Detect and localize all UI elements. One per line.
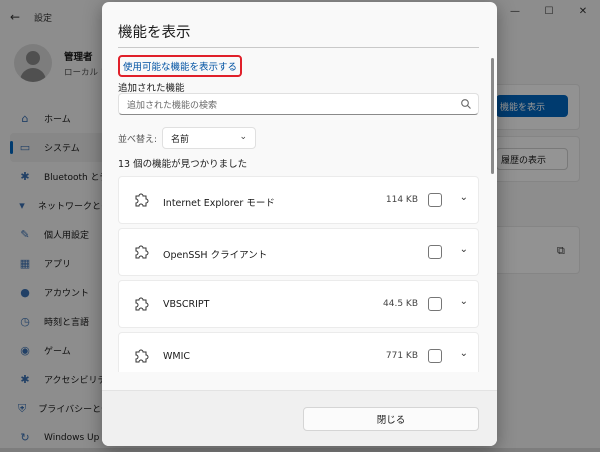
feature-name: Internet Explorer モード [163,198,275,209]
scrollbar[interactable] [491,58,494,174]
view-available-features-link[interactable]: 使用可能な機能を表示する [118,55,243,77]
puzzle-icon [135,245,149,259]
sort-label: 並べ替え: [118,135,158,145]
feature-size: 44.5 KB [383,299,418,309]
close-button[interactable]: 閉じる [303,407,479,431]
view-features-dialog: 機能を表示 使用可能な機能を表示する 追加された機能 追加された機能の検索 並べ… [102,2,497,446]
feature-size: 114 KB [385,195,418,205]
search-input[interactable]: 追加された機能の検索 [118,93,479,115]
search-icon [461,99,471,109]
feature-checkbox[interactable] [428,245,442,259]
added-features-heading: 追加された機能 [118,83,185,94]
features-list: Internet Explorer モード 114 KB ⌄ OpenSSH ク… [118,176,479,372]
feature-checkbox[interactable] [428,193,442,207]
features-count: 13 個の機能が見つかりました [118,159,248,170]
feature-name: VBSCRIPT [163,299,210,310]
divider [118,47,479,48]
dialog-title: 機能を表示 [118,25,191,41]
feature-item-openssh[interactable]: OpenSSH クライアント ⌄ [118,228,479,276]
puzzle-icon [135,193,149,207]
feature-checkbox[interactable] [428,297,442,311]
dialog-footer: 閉じる [102,390,497,446]
feature-item-ie-mode[interactable]: Internet Explorer モード 114 KB ⌄ [118,176,479,224]
sort-value: 名前 [171,134,190,145]
chevron-down-icon[interactable]: ⌄ [460,244,468,255]
feature-item-vbscript[interactable]: VBSCRIPT 44.5 KB ⌄ [118,280,479,328]
chevron-down-icon[interactable]: ⌄ [460,348,468,359]
feature-item-wmic[interactable]: WMIC 771 KB ⌄ [118,332,479,372]
chevron-down-icon: ⌄ [239,132,247,142]
feature-name: OpenSSH クライアント [163,250,268,261]
chevron-down-icon[interactable]: ⌄ [460,192,468,203]
feature-checkbox[interactable] [428,349,442,363]
puzzle-icon [135,349,149,363]
search-placeholder: 追加された機能の検索 [127,100,218,111]
puzzle-icon [135,297,149,311]
feature-name: WMIC [163,351,191,362]
chevron-down-icon[interactable]: ⌄ [460,296,468,307]
feature-size: 771 KB [385,351,418,361]
sort-dropdown[interactable]: 名前 ⌄ [162,127,256,149]
